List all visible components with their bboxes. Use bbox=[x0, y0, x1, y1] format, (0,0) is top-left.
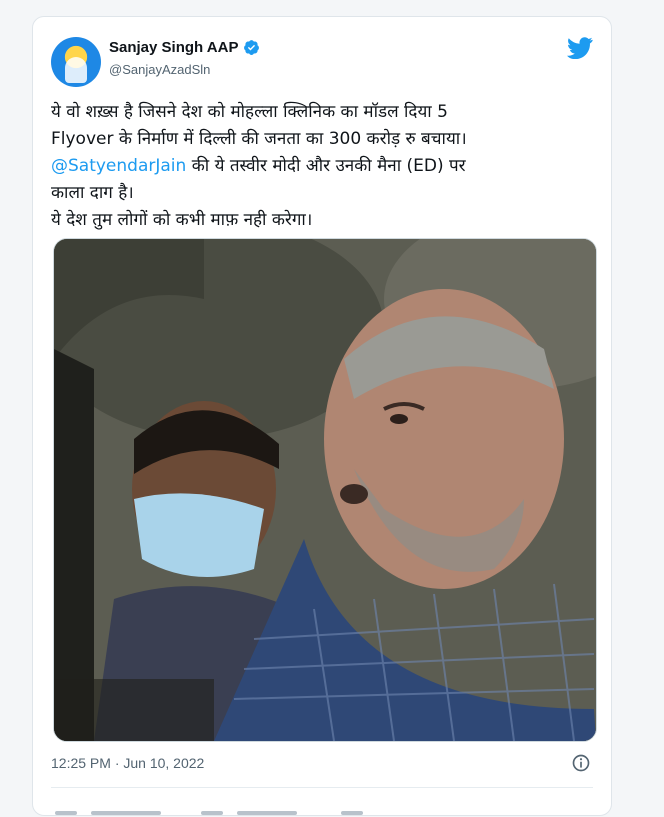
photo-illustration bbox=[54, 239, 596, 741]
mention-link[interactable]: @SatyendarJain bbox=[51, 156, 186, 176]
like-icon[interactable] bbox=[55, 811, 77, 815]
author-handle[interactable]: @SanjayAzadSln bbox=[109, 62, 210, 77]
tweet-text-line: Flyover के निर्माण में दिल्ली की जनता का… bbox=[51, 129, 467, 149]
tweet-text-line: ये देश तुम लोगों को कभी माफ़ नही करेगा। bbox=[51, 210, 313, 230]
divider bbox=[51, 787, 593, 788]
verified-badge-icon bbox=[244, 40, 260, 55]
reply-label bbox=[237, 811, 297, 815]
tweet-photo[interactable] bbox=[53, 238, 597, 742]
author-display-name[interactable]: Sanjay Singh AAP bbox=[109, 39, 238, 56]
tweet-text-fragment: की ये तस्वीर मोदी और उनकी मैना (ED) पर bbox=[191, 156, 466, 176]
author-name-row: Sanjay Singh AAP bbox=[109, 39, 260, 56]
author-avatar[interactable] bbox=[51, 37, 101, 87]
reply-icon[interactable] bbox=[201, 811, 223, 815]
share-icon[interactable] bbox=[341, 811, 363, 815]
tweet-timestamp[interactable]: 12:25 PM · Jun 10, 2022 bbox=[51, 755, 204, 771]
tweet-text-line: ये वो शख़्स है जिसने देश को मोहल्ला क्लि… bbox=[51, 102, 448, 122]
info-icon[interactable] bbox=[571, 753, 591, 773]
tweet-actions-row bbox=[51, 797, 591, 817]
twitter-bird-icon[interactable] bbox=[567, 37, 593, 59]
tweet-text-line: @SatyendarJain की ये तस्वीर मोदी और उनकी… bbox=[51, 153, 599, 180]
tweet-text: ये वो शख़्स है जिसने देश को मोहल्ला क्लि… bbox=[51, 99, 599, 234]
tweet-text-line: काला दाग है। bbox=[51, 183, 134, 203]
like-count bbox=[91, 811, 161, 815]
tweet-card: Sanjay Singh AAP @SanjayAzadSln ये वो शख… bbox=[32, 16, 612, 816]
